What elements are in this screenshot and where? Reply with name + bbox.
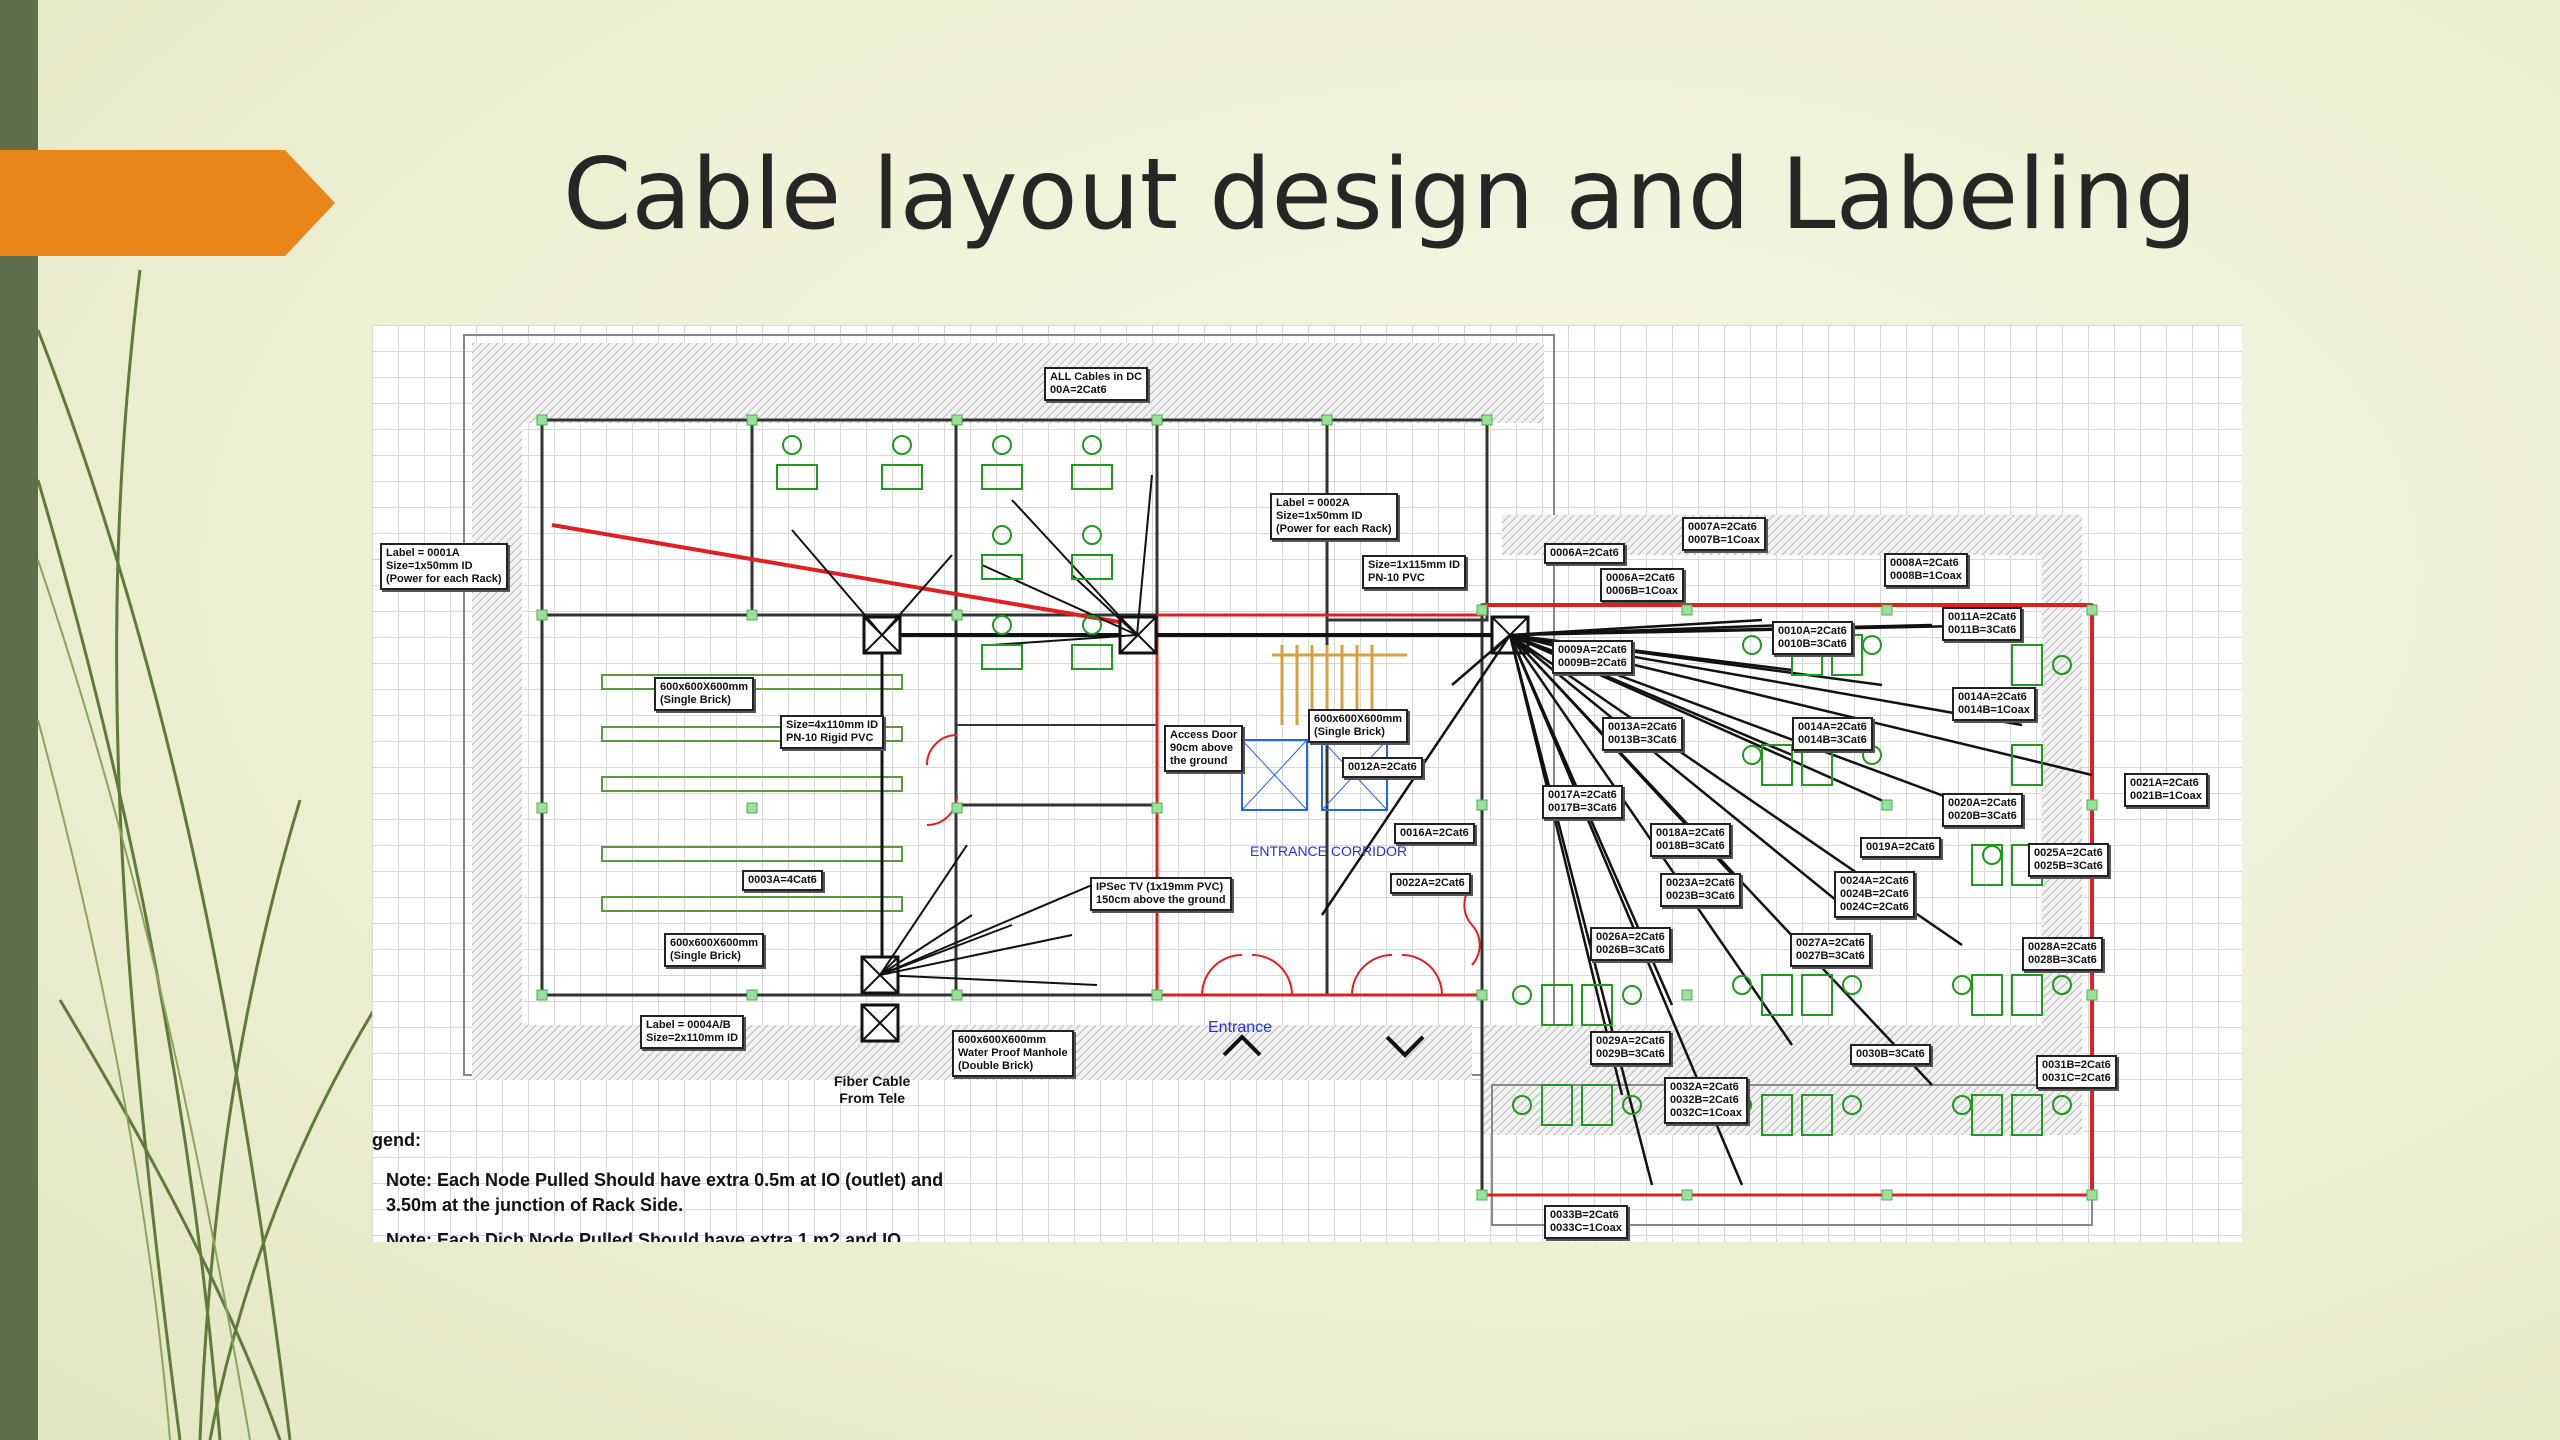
callout-0008: 0008A=2Cat6 0008B=1Coax [1884, 553, 1968, 587]
callout-ipsec-tv: IPSec TV (1x19mm PVC) 150cm above the gr… [1090, 877, 1232, 911]
entrance-corridor-label: ENTRANCE CORRIDOR [1250, 843, 1408, 859]
callout-0032: 0032A=2Cat6 0032B=2Cat6 0032C=1Coax [1664, 1077, 1748, 1124]
callout-0006a-single: 0006A=2Cat6 [1544, 543, 1625, 564]
callout-dc-cables: ALL Cables in DC 00A=2Cat6 [1044, 367, 1149, 401]
callout-0007: 0007A=2Cat6 0007B=1Coax [1682, 517, 1766, 551]
callout-brick-3: 600x600X600mm (Single Brick) [664, 933, 765, 967]
legend-heading: gend: [372, 1130, 421, 1150]
callout-label-0001a: Label = 0001A Size=1x50mm ID (Power for … [380, 543, 508, 590]
callout-0013: 0013A=2Cat6 0013B=3Cat6 [1602, 717, 1683, 751]
callout-brick-2: 600x600X600mm (Single Brick) [1308, 709, 1409, 743]
callout-brick-1: 600x600X600mm (Single Brick) [654, 677, 755, 711]
callout-0023: 0023A=2Cat6 0023B=3Cat6 [1660, 873, 1741, 907]
entrance-label: Entrance [1208, 1019, 1273, 1036]
callout-0016a: 0016A=2Cat6 [1394, 823, 1475, 844]
callout-0009: 0009A=2Cat6 0009B=2Cat6 [1552, 640, 1633, 674]
callout-0027: 0027A=2Cat6 0027B=3Cat6 [1790, 933, 1871, 967]
callout-0011: 0011A=2Cat6 0011B=3Cat6 [1942, 607, 2023, 641]
callout-label-0002a: Label = 0002A Size=1x50mm ID (Power for … [1270, 493, 1398, 540]
floor-plan-drawing [463, 334, 2098, 1226]
callout-0018: 0018A=2Cat6 0018B=3Cat6 [1650, 823, 1731, 857]
cable-note-2: Note: Each Dich Node Pulled Should have … [386, 1230, 902, 1242]
callout-label-0004: Label = 0004A/B Size=2x110mm ID [640, 1015, 745, 1049]
callout-0003a: 0003A=4Cat6 [742, 870, 823, 891]
callout-0022a: 0022A=2Cat6 [1390, 873, 1471, 894]
callout-0014: 0014A=2Cat6 0014B=3Cat6 [1792, 717, 1873, 751]
cable-note-1: Note: Each Node Pulled Should have extra… [386, 1170, 944, 1215]
callout-0006: 0006A=2Cat6 0006B=1Coax [1600, 568, 1684, 602]
callout-0031: 0031B=2Cat6 0031C=2Cat6 [2036, 1055, 2117, 1089]
callout-0025: 0025A=2Cat6 0025B=3Cat6 [2028, 843, 2109, 877]
callout-pipe-4x110: Size=4x110mm ID PN-10 Rigid PVC [780, 715, 885, 749]
callout-access-door: Access Door 90cm above the ground [1164, 725, 1244, 772]
callout-0020: 0020A=2Cat6 0020B=3Cat6 [1942, 793, 2023, 827]
callout-0024: 0024A=2Cat6 0024B=2Cat6 0024C=2Cat6 [1834, 871, 1915, 918]
callout-pipe-115: Size=1x115mm ID PN-10 PVC [1362, 555, 1467, 589]
orange-arrow-tab [0, 150, 335, 256]
callout-0021: 0021A=2Cat6 0021B=1Coax [2124, 773, 2208, 807]
callout-0033: 0033B=2Cat6 0033C=1Coax [1544, 1205, 1628, 1239]
callout-0029: 0029A=2Cat6 0029B=3Cat6 [1590, 1031, 1671, 1065]
callout-0026: 0026A=2Cat6 0026B=3Cat6 [1590, 927, 1671, 961]
slide-title: Cable layout design and Labeling [563, 138, 2197, 252]
fiber-cable-label: Fiber Cable From Tele [834, 1073, 911, 1106]
callout-0028: 0028A=2Cat6 0028B=3Cat6 [2022, 937, 2103, 971]
callout-0012a: 0012A=2Cat6 [1342, 757, 1423, 778]
callout-0017: 0017A=2Cat6 0017B=3Cat6 [1542, 785, 1623, 819]
callout-0019: 0019A=2Cat6 [1860, 837, 1941, 858]
callout-0030b: 0030B=3Cat6 [1850, 1044, 1931, 1065]
callout-0014-coax: 0014A=2Cat6 0014B=1Coax [1952, 687, 2036, 721]
floor-plan-diagram: ALL Cables in DC 00A=2Cat6 Label = 0001A… [372, 325, 2242, 1242]
callout-0010: 0010A=2Cat6 0010B=3Cat6 [1772, 621, 1853, 655]
callout-manhole: 600x600X600mm Water Proof Manhole (Doubl… [952, 1030, 1074, 1077]
